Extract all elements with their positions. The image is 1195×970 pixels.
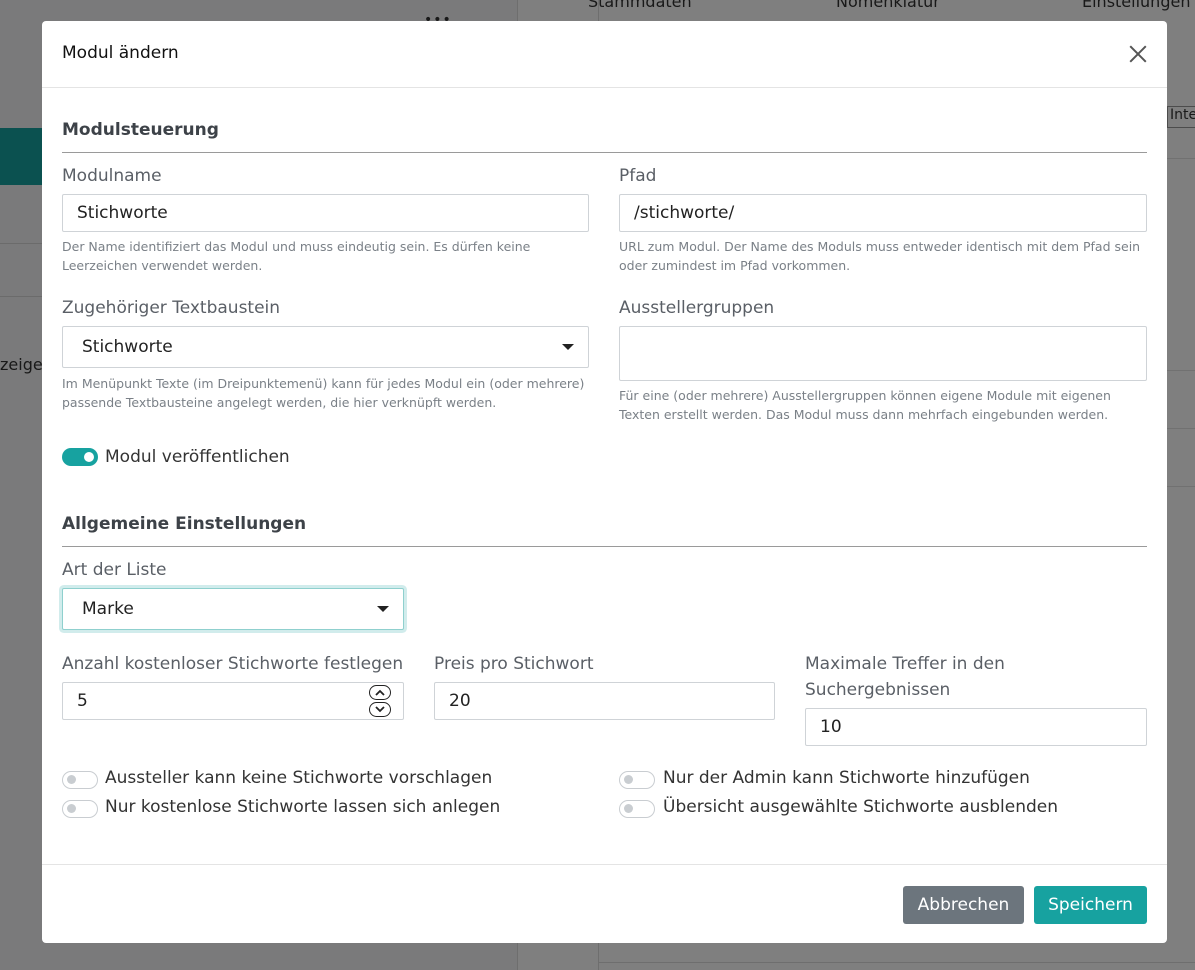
- free-only-toggle[interactable]: [62, 800, 98, 818]
- section-title-module-control: Modulsteuerung: [62, 120, 219, 140]
- no-suggest-toggle[interactable]: [62, 771, 98, 789]
- path-help: URL zum Modul. Der Name des Moduls muss …: [619, 239, 1141, 273]
- close-icon[interactable]: [1125, 41, 1151, 67]
- exhibitor-groups-label: Ausstellergruppen: [619, 298, 775, 318]
- number-stepper[interactable]: [369, 685, 391, 717]
- chevron-up-icon[interactable]: [369, 685, 391, 700]
- text-module-help: Im Menüpunkt Texte (im Dreipunktemenü) k…: [62, 376, 585, 410]
- free-keywords-number-input[interactable]: 5: [62, 682, 404, 720]
- list-type-value: Marke: [82, 599, 134, 619]
- module-name-label: Modulname: [62, 166, 162, 186]
- module-name-input[interactable]: Stichworte: [62, 194, 589, 232]
- publish-module-label: Modul veröffentlichen: [105, 447, 290, 467]
- dialog-footer: Abbrechen Speichern: [42, 864, 1167, 943]
- exhibitor-groups-input[interactable]: [619, 326, 1147, 381]
- admin-only-toggle[interactable]: [619, 771, 655, 789]
- free-keywords-value: 5: [77, 691, 88, 711]
- price-per-keyword-input[interactable]: 20: [434, 682, 775, 720]
- text-module-select[interactable]: Stichworte: [62, 326, 589, 368]
- section-divider: [62, 546, 1147, 547]
- hide-overview-label: Übersicht ausgewählte Stichworte ausblen…: [663, 797, 1059, 817]
- save-button[interactable]: Speichern: [1034, 886, 1147, 924]
- exhibitor-groups-help: Für eine (oder mehrere) Ausstellergruppe…: [619, 388, 1111, 422]
- path-input[interactable]: /stichworte/: [619, 194, 1147, 232]
- section-title-general-settings: Allgemeine Einstellungen: [62, 514, 307, 534]
- caret-down-icon: [562, 344, 574, 350]
- admin-only-label: Nur der Admin kann Stichworte hinzufügen: [663, 768, 1030, 788]
- dialog-title: Modul ändern: [62, 43, 179, 63]
- dialog-header: Modul ändern: [42, 21, 1167, 88]
- module-name-help: Der Name identifiziert das Modul und mus…: [62, 239, 531, 273]
- text-module-value: Stichworte: [82, 337, 173, 357]
- publish-module-toggle[interactable]: [62, 448, 98, 466]
- edit-module-dialog: Modul ändern Modulsteuerung Modulname St…: [42, 21, 1167, 943]
- price-per-keyword-label: Preis pro Stichwort: [434, 654, 594, 674]
- free-keywords-label: Anzahl kostenloser Stichworte festlegen: [62, 654, 404, 674]
- list-type-label: Art der Liste: [62, 560, 167, 580]
- chevron-down-icon[interactable]: [369, 702, 391, 717]
- section-divider: [62, 152, 1147, 153]
- hide-overview-toggle[interactable]: [619, 800, 655, 818]
- max-hits-input[interactable]: 10: [805, 708, 1147, 746]
- no-suggest-label: Aussteller kann keine Stichworte vorschl…: [105, 768, 493, 788]
- text-module-label: Zugehöriger Textbaustein: [62, 298, 281, 318]
- caret-down-icon: [377, 606, 389, 612]
- free-only-label: Nur kostenlose Stichworte lassen sich an…: [105, 797, 501, 817]
- list-type-select[interactable]: Marke: [62, 588, 404, 630]
- path-label: Pfad: [619, 166, 657, 186]
- cancel-button[interactable]: Abbrechen: [903, 886, 1024, 924]
- max-hits-label: Maximale Treffer in den Suchergebnissen: [805, 654, 1005, 700]
